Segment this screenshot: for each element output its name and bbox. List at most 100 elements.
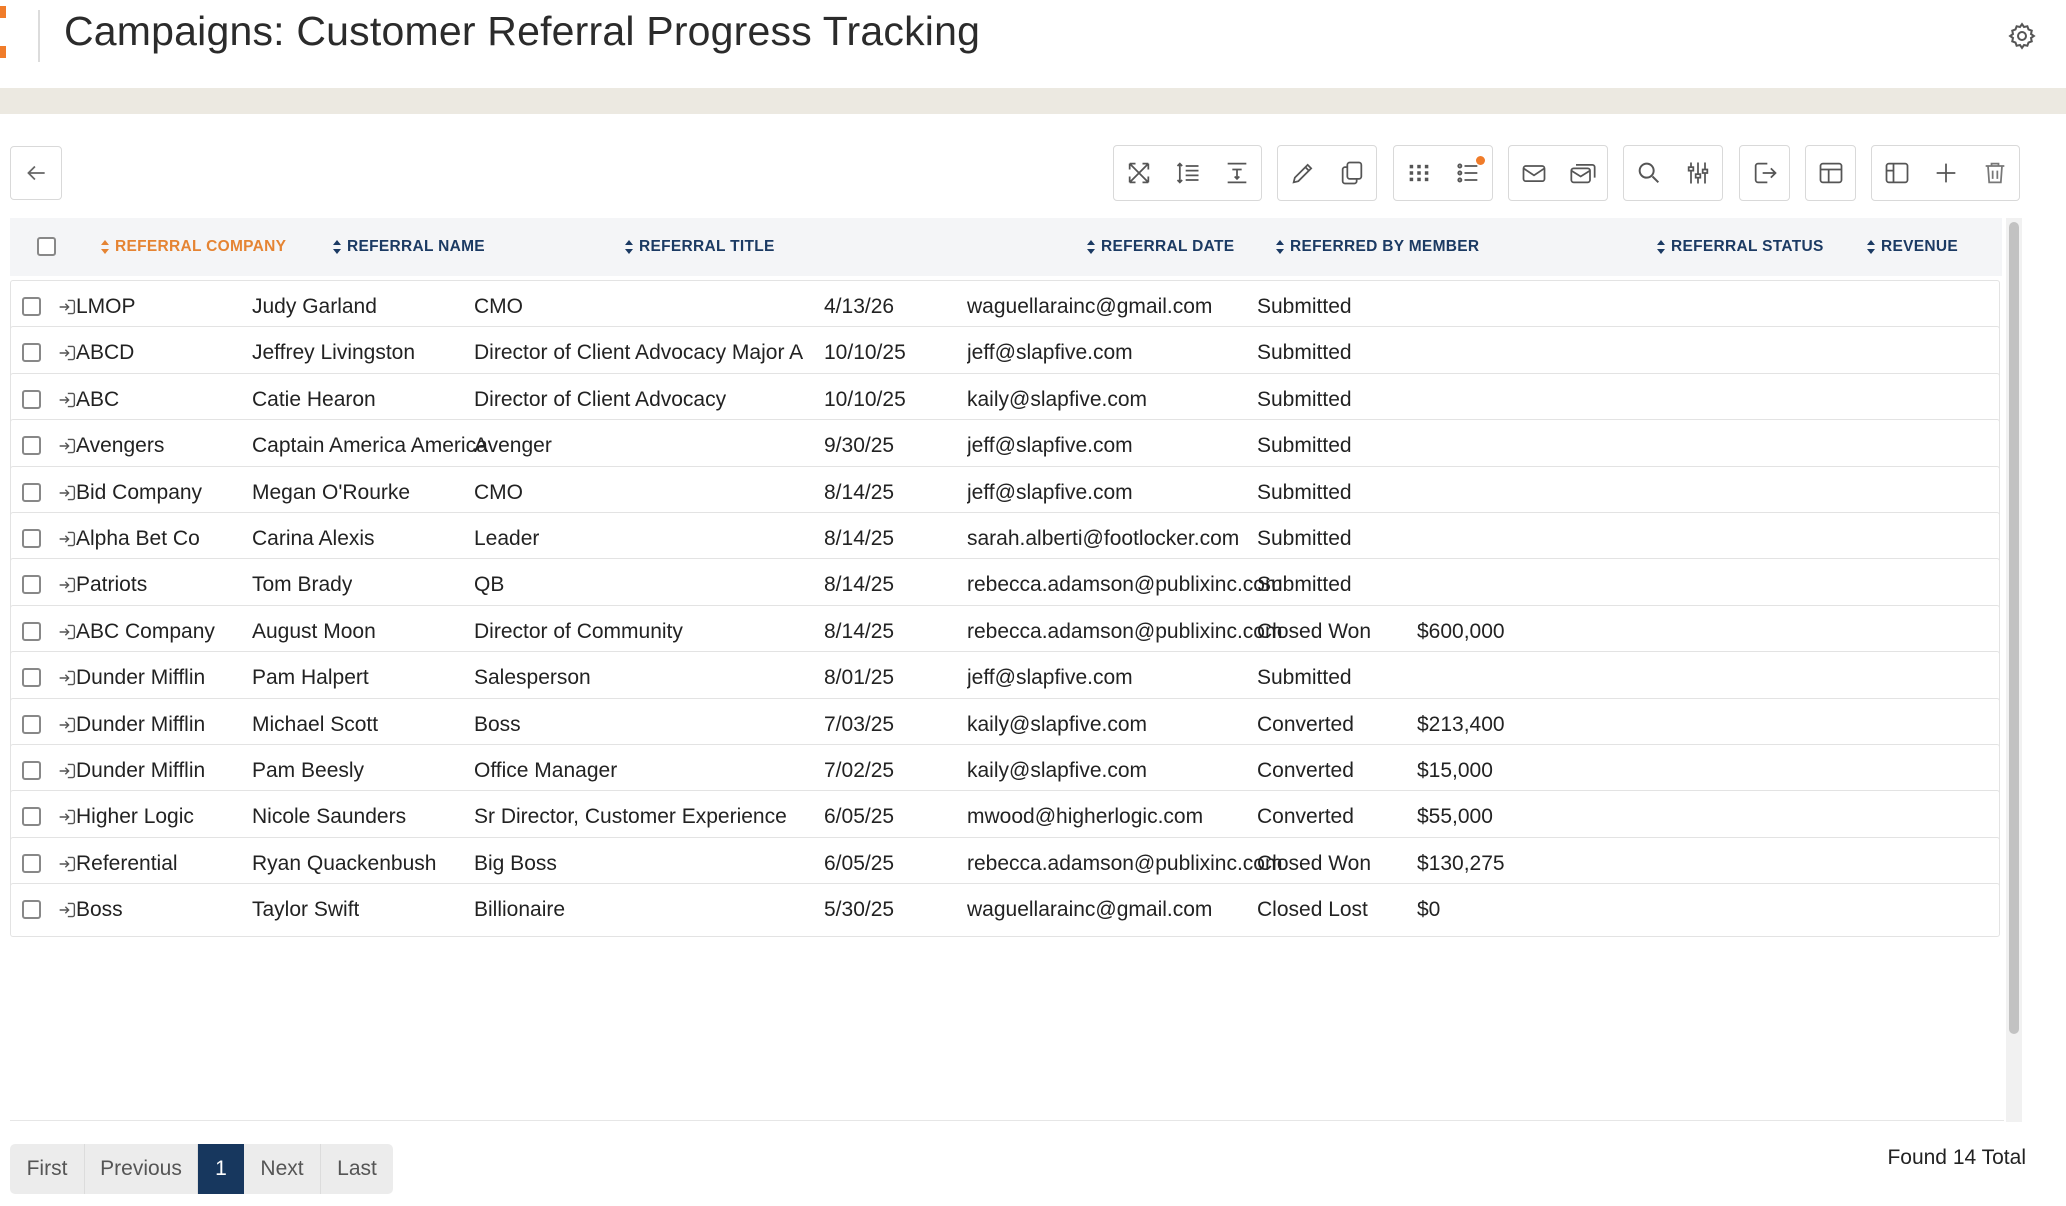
edit-button[interactable] [1278, 147, 1327, 199]
grid-view-button[interactable] [1394, 147, 1443, 199]
referral-status-cell: Submitted [1257, 434, 1352, 457]
layout-icon [1819, 162, 1842, 184]
first-page-button[interactable]: First [10, 1144, 85, 1194]
record-count: Found 14 Total [1887, 1146, 2026, 1169]
referral-date-cell: 10/10/25 [824, 341, 906, 364]
copy-button[interactable] [1327, 147, 1376, 199]
row-checkbox[interactable] [22, 622, 41, 641]
list-view-button[interactable] [1443, 147, 1492, 199]
row-checkbox[interactable] [22, 436, 41, 455]
sort-icon [333, 240, 341, 254]
table-row[interactable]: ABCD Jeffrey Livingston Director of Client… [10, 326, 2000, 380]
open-record-icon [59, 809, 76, 825]
panel-icon [1885, 162, 1908, 184]
edit-icon [1291, 163, 1312, 184]
row-checkbox[interactable] [22, 715, 41, 734]
referral-status-cell: Closed Lost [1257, 898, 1368, 921]
gear-icon [2008, 22, 2036, 50]
table-row[interactable]: Patriots Tom Brady QB 8/14/25 rebecca.adamso… [10, 558, 2000, 612]
row-checkbox[interactable] [22, 390, 41, 409]
open-record-icon [59, 485, 76, 501]
referral-date-cell: 8/14/25 [824, 573, 895, 596]
filter-sliders-icon [1687, 162, 1708, 184]
referral-name-cell: Jeffrey Livingston [252, 341, 416, 364]
row-checkbox[interactable] [22, 900, 41, 919]
toolbar-group-columns [1805, 145, 1856, 201]
toolbar-group-edit [1277, 145, 1377, 201]
open-record-icon [59, 577, 76, 593]
referral-title-cell: QB [474, 573, 505, 596]
email-button[interactable] [1509, 147, 1558, 199]
row-checkbox[interactable] [22, 529, 41, 548]
add-icon [1936, 163, 1955, 183]
referral-title-cell: Avenger [474, 434, 552, 457]
arrow-left-icon [27, 165, 45, 181]
toolbar-group-export [1739, 145, 1790, 201]
vertical-scrollbar-thumb[interactable] [2009, 222, 2019, 1034]
row-checkbox[interactable] [22, 668, 41, 687]
column-header-referral-company[interactable]: REFERRAL COMPANY [100, 218, 286, 276]
add-button[interactable] [1921, 147, 1970, 199]
next-page-button[interactable]: Next [244, 1144, 321, 1194]
referred-by-member-cell: jeff@slapfive.com [967, 666, 1133, 689]
referral-date-cell: 8/01/25 [824, 666, 895, 689]
text-height-button[interactable] [1212, 147, 1261, 199]
previous-page-button[interactable]: Previous [85, 1144, 198, 1194]
row-height-button[interactable] [1163, 147, 1212, 199]
referral-status-cell: Converted [1257, 805, 1354, 828]
row-checkbox[interactable] [22, 297, 41, 316]
text-height-icon [1227, 162, 1246, 184]
sort-icon [625, 240, 633, 254]
current-page-button[interactable]: 1 [198, 1144, 244, 1194]
column-header-label: REVENUE [1881, 238, 1959, 255]
bulk-email-button[interactable] [1558, 147, 1607, 199]
column-header-label: REFERRAL DATE [1101, 238, 1235, 255]
open-record-icon [59, 345, 76, 361]
table-row[interactable]: Dunder Mifflin Pam Halpert Salesperson 8/01… [10, 651, 2000, 705]
revenue-cell: $0 [1417, 898, 1441, 921]
referred-by-member-cell: mwood@higherlogic.com [967, 805, 1204, 828]
search-button[interactable] [1624, 147, 1673, 199]
referral-status-cell: Submitted [1257, 341, 1352, 364]
title-divider [38, 10, 40, 62]
referral-name-cell: Nicole Saunders [252, 805, 407, 828]
back-button[interactable] [10, 146, 62, 200]
settings-button[interactable] [2002, 16, 2042, 56]
table-row[interactable]: Boss Taylor Swift Billionaire 5/30/25 waguel… [10, 883, 2000, 937]
table-row[interactable]: Higher Logic Nicole Saunders Sr Director, … [10, 790, 2000, 844]
row-checkbox[interactable] [22, 807, 41, 826]
row-checkbox[interactable] [22, 854, 41, 873]
row-checkbox[interactable] [22, 483, 41, 502]
expand-button[interactable] [1114, 147, 1163, 199]
referral-title-cell: Billionaire [474, 898, 566, 921]
toolbar-group-record [1871, 145, 2020, 201]
row-checkbox[interactable] [22, 343, 41, 362]
page-title: Campaigns: Customer Referral Progress Tr… [64, 8, 981, 54]
column-header-revenue[interactable]: REVENUE [1866, 218, 1958, 276]
toolbar-group-email [1508, 145, 1608, 201]
toolbar-group-view [1113, 145, 1262, 201]
grid-view-icon [1409, 164, 1428, 182]
delete-button[interactable] [1970, 147, 2019, 199]
brand-logo [0, 6, 6, 58]
row-checkbox[interactable] [22, 575, 41, 594]
row-checkbox[interactable] [22, 761, 41, 780]
filter-button[interactable] [1673, 147, 1722, 199]
table-bottom-border [10, 1120, 2004, 1131]
column-header-referred-by-member[interactable]: REFERRED BY MEMBER [1275, 218, 1479, 276]
export-button[interactable] [1740, 147, 1789, 199]
delete-icon [1985, 162, 2004, 184]
select-all-checkbox[interactable] [37, 237, 56, 256]
layout-button[interactable] [1806, 147, 1855, 199]
table-row[interactable]: Avengers Captain America America Avenger 9/… [10, 419, 2000, 473]
panel-button[interactable] [1872, 147, 1921, 199]
expand-icon [1128, 162, 1149, 184]
column-header-referral-title[interactable]: REFERRAL TITLE [624, 218, 775, 276]
column-header-referral-date[interactable]: REFERRAL DATE [1086, 218, 1234, 276]
referral-date-cell: 5/30/25 [824, 898, 895, 921]
last-page-button[interactable]: Last [321, 1144, 393, 1194]
sort-icon [1657, 240, 1665, 254]
column-header-referral-status[interactable]: REFERRAL STATUS [1656, 218, 1824, 276]
referral-name-cell: Captain America America [252, 434, 488, 457]
column-header-referral-name[interactable]: REFERRAL NAME [332, 218, 485, 276]
